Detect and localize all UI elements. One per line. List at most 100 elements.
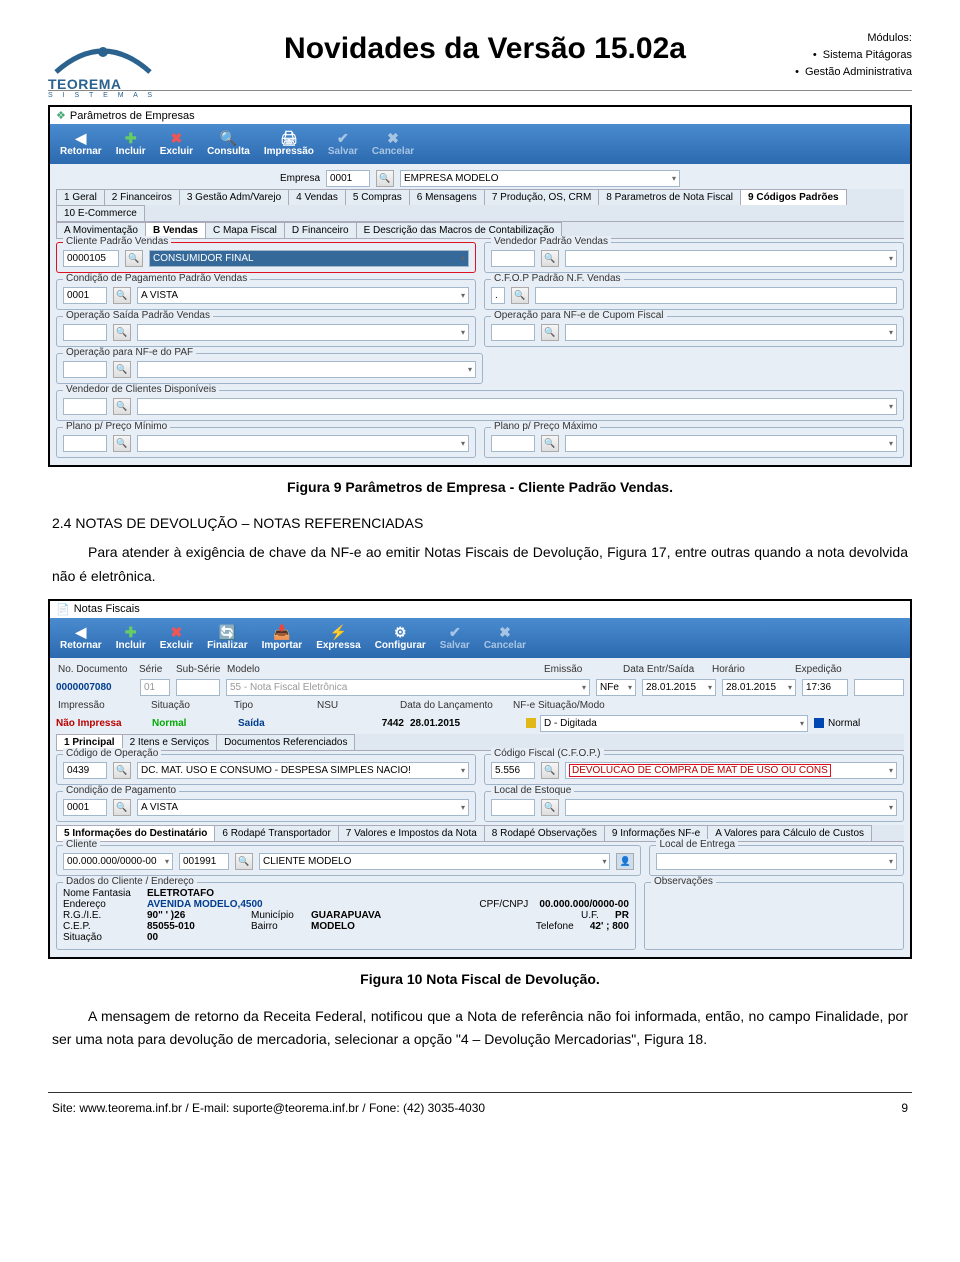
empresa-name-select[interactable]: EMPRESA MODELO	[400, 170, 680, 187]
plano-min-select[interactable]	[137, 435, 469, 452]
importar-button[interactable]: 📥Importar	[256, 621, 309, 655]
expressa-button[interactable]: ⚡Expressa	[310, 621, 366, 655]
tab-param-nf[interactable]: 8 Parametros de Nota Fiscal	[598, 189, 741, 205]
tab-mapa[interactable]: C Mapa Fiscal	[205, 222, 285, 238]
module-item: Sistema Pitágoras	[795, 49, 912, 61]
cliente-cpf-input[interactable]: 00.000.000/0000-00	[63, 853, 173, 870]
local-select[interactable]	[565, 799, 897, 816]
tab-ecommerce[interactable]: 10 E-Commerce	[56, 205, 145, 221]
lookup-button[interactable]: 🔍	[125, 250, 143, 267]
opnfe-paf-code-input[interactable]	[63, 361, 107, 378]
tab-valores-imp[interactable]: 7 Valores e Impostos da Nota	[338, 825, 485, 841]
tab-gestao[interactable]: 3 Gestão Adm/Varejo	[179, 189, 289, 205]
lookup-button[interactable]: 🔍	[541, 762, 559, 779]
tab-rodape-transp[interactable]: 6 Rodapé Transportador	[214, 825, 338, 841]
condpag-code-input[interactable]: 0001	[63, 287, 107, 304]
tab-geral[interactable]: 1 Geral	[56, 189, 105, 205]
tab-mensagens[interactable]: 6 Mensagens	[409, 189, 485, 205]
impressao-button[interactable]: 🖨Impressão	[258, 127, 320, 161]
lookup-button[interactable]: 🔍	[113, 398, 131, 415]
plano-min-code-input[interactable]	[63, 435, 107, 452]
incluir-button[interactable]: ✚Incluir	[110, 621, 152, 655]
vendedor-code-input[interactable]	[491, 250, 535, 267]
opnfe-paf-select[interactable]	[137, 361, 476, 378]
lookup-button[interactable]: 🔍	[113, 799, 131, 816]
tab-doc-ref[interactable]: Documentos Referenciados	[216, 734, 355, 750]
app-icon: ❖	[56, 109, 66, 122]
client-detail-button[interactable]: 👤	[616, 853, 634, 870]
section-2-4-paragraph: Para atender à exigência de chave da NF-…	[52, 541, 908, 589]
page-footer: Site: www.teorema.inf.br / E-mail: supor…	[48, 1092, 912, 1115]
condpag-select[interactable]: A VISTA	[137, 287, 469, 304]
lookup-button[interactable]: 🔍	[541, 435, 559, 452]
lookup-button[interactable]: 🔍	[113, 435, 131, 452]
lookup-button[interactable]: 🔍	[113, 361, 131, 378]
data-es-input[interactable]: 28.01.2015	[722, 679, 796, 696]
tab-compras[interactable]: 5 Compras	[345, 189, 410, 205]
cfop-select[interactable]: DEVOLUCAO DE COMPRA DE MAT DE USO OU CON…	[565, 762, 897, 779]
page-title: Novidades da Versão 15.02a	[198, 32, 772, 66]
plano-max-code-input[interactable]	[491, 435, 535, 452]
configurar-button[interactable]: ⚙Configurar	[369, 621, 432, 655]
condpag-code-input[interactable]: 0001	[63, 799, 107, 816]
condpag-select[interactable]: A VISTA	[137, 799, 469, 816]
exped-input[interactable]	[854, 679, 904, 696]
lookup-button[interactable]: 🔍	[113, 762, 131, 779]
cliente-code-input[interactable]: 001991	[179, 853, 229, 870]
local-entrega-select[interactable]	[656, 853, 897, 870]
data-lanc-value: 28.01.2015	[410, 718, 520, 729]
nfe-sit-select[interactable]: D - Digitada	[540, 715, 808, 732]
tab-financeiro[interactable]: D Financeiro	[284, 222, 357, 238]
hdr-exped: Expedição	[795, 664, 845, 675]
situacao2-value: 00	[147, 932, 158, 943]
tab-financeiros[interactable]: 2 Financeiros	[104, 189, 180, 205]
lookup-button[interactable]: 🔍	[235, 853, 253, 870]
cliente-name-select[interactable]: CLIENTE MODELO	[259, 853, 610, 870]
status-indicator-icon	[526, 718, 536, 728]
retornar-button[interactable]: ◀Retornar	[54, 127, 108, 161]
retornar-button[interactable]: ◀Retornar	[54, 621, 108, 655]
plano-max-select[interactable]	[565, 435, 897, 452]
tab-rodape-obs[interactable]: 8 Rodapé Observações	[484, 825, 605, 841]
tab-vendas[interactable]: 4 Vendas	[288, 189, 346, 205]
opsaida-code-input[interactable]	[63, 324, 107, 341]
cliente-name-select[interactable]: CONSUMIDOR FINAL	[149, 250, 469, 267]
lookup-button[interactable]: 🔍	[541, 250, 559, 267]
cfop-desc-input[interactable]	[535, 287, 897, 304]
cancel-icon: ✖	[499, 625, 511, 639]
cfop-code-input[interactable]: 5.556	[491, 762, 535, 779]
emissao-data-input[interactable]: 28.01.2015	[642, 679, 716, 696]
tab-codigos-padroes[interactable]: 9 Códigos Padrões	[740, 189, 847, 205]
lookup-button[interactable]: 🔍	[541, 324, 559, 341]
emissao-tipo-select[interactable]: NFe	[596, 679, 636, 696]
excluir-button[interactable]: ✖Excluir	[154, 621, 199, 655]
horario-input[interactable]: 17:36	[802, 679, 848, 696]
opnfe-cupom-code-input[interactable]	[491, 324, 535, 341]
bairro-label: Bairro	[251, 921, 307, 932]
empresa-code-input[interactable]: 0001	[326, 170, 370, 187]
lookup-button[interactable]: 🔍	[113, 287, 131, 304]
subserie-input[interactable]	[176, 679, 220, 696]
lookup-button[interactable]: 🔍	[376, 170, 394, 187]
opsaida-select[interactable]	[137, 324, 469, 341]
consulta-button[interactable]: 🔍Consulta	[201, 127, 256, 161]
lookup-button[interactable]: 🔍	[113, 324, 131, 341]
vend-disp-select[interactable]	[137, 398, 897, 415]
incluir-button[interactable]: ✚Incluir	[110, 127, 152, 161]
lookup-button[interactable]: 🔍	[541, 799, 559, 816]
local-code-input[interactable]	[491, 799, 535, 816]
cfop-input[interactable]: .	[491, 287, 505, 304]
vend-disp-code-input[interactable]	[63, 398, 107, 415]
codop-code-input[interactable]: 0439	[63, 762, 107, 779]
opnfe-cupom-select[interactable]	[565, 324, 897, 341]
finalizar-button[interactable]: 🔄Finalizar	[201, 621, 254, 655]
serie-input[interactable]: 01	[140, 679, 170, 696]
fieldset-opsaida: Operação Saída Padrão Vendas 🔍	[56, 316, 476, 347]
modelo-select[interactable]: 55 - Nota Fiscal Eletrônica	[226, 679, 590, 696]
lookup-button[interactable]: 🔍	[511, 287, 529, 304]
tab-producao[interactable]: 7 Produção, OS, CRM	[484, 189, 599, 205]
excluir-button[interactable]: ✖Excluir	[154, 127, 199, 161]
codop-select[interactable]: DC. MAT. USO E CONSUMO - DESPESA SIMPLES…	[137, 762, 469, 779]
cliente-code-input[interactable]: 0000105	[63, 250, 119, 267]
vendedor-select[interactable]	[565, 250, 897, 267]
